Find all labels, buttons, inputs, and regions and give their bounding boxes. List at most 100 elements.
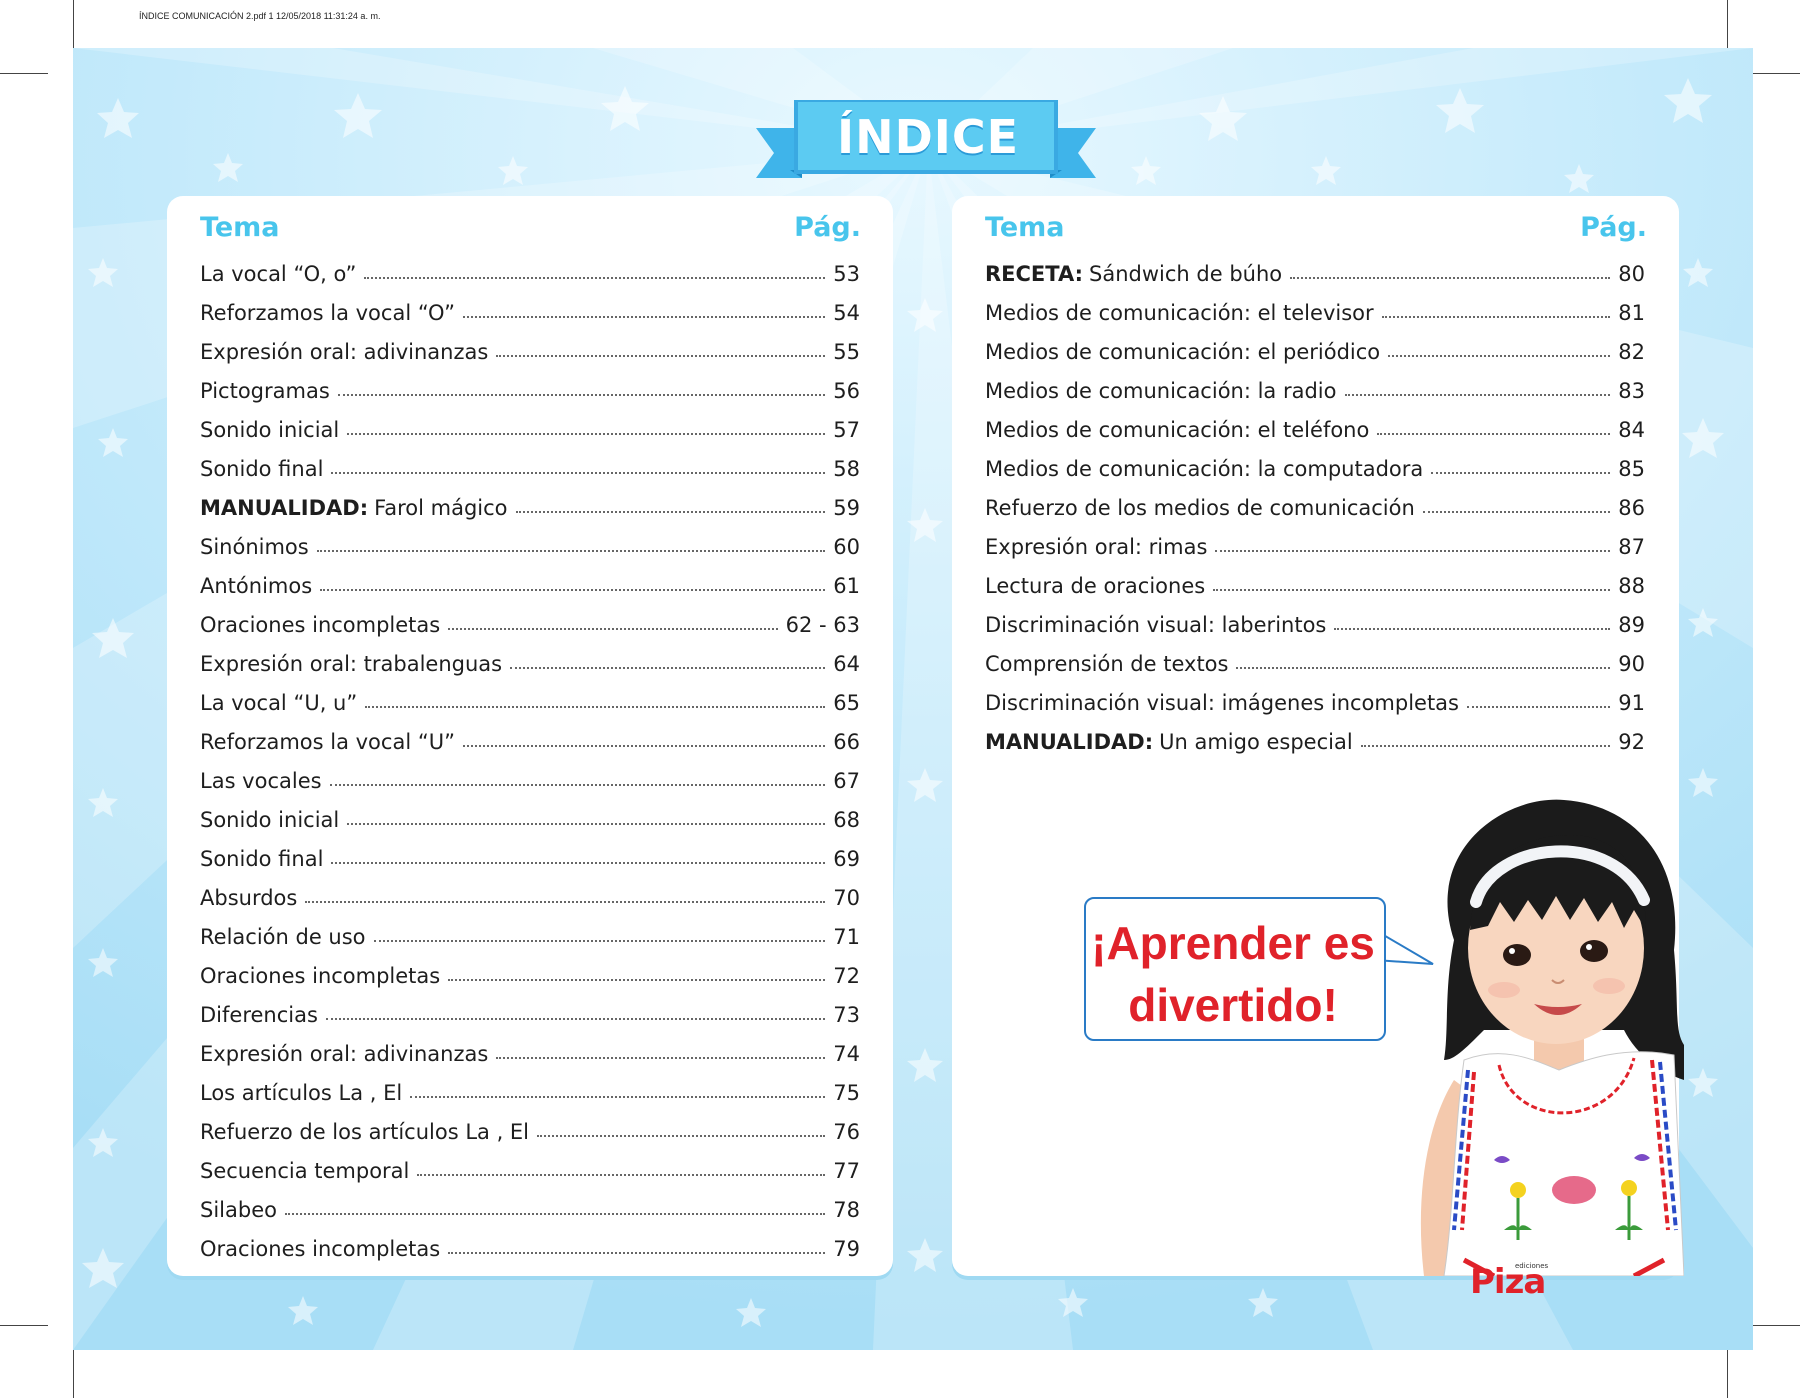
index-row-topic: Lectura de oraciones xyxy=(985,574,1206,598)
index-row-topic: Sinónimos xyxy=(200,535,309,559)
index-row-label: RECETA: xyxy=(985,262,1084,286)
index-row: Comprensión de textos 90 xyxy=(985,640,1645,676)
dot-leader xyxy=(1467,706,1611,708)
crop-mark xyxy=(1752,73,1800,74)
index-row: La vocal “O, o” 53 xyxy=(200,250,860,286)
dot-leader xyxy=(496,1057,826,1059)
dot-leader xyxy=(1213,589,1611,591)
index-row-topic: Sonido inicial xyxy=(200,418,340,442)
column-header-page: Pág. xyxy=(794,212,861,243)
index-row-page: 64 xyxy=(833,652,860,676)
dot-leader xyxy=(515,511,826,513)
index-row-topic: La vocal “U, u” xyxy=(200,691,358,715)
index-row-topic: Expresión oral: adivinanzas xyxy=(200,1042,489,1066)
column-header-page: Pág. xyxy=(1580,212,1647,243)
index-row-page: 56 xyxy=(833,379,860,403)
index-row-topic: Pictogramas xyxy=(200,379,330,403)
index-row-topic: Las vocales xyxy=(200,769,322,793)
column-header-topic: Tema xyxy=(985,212,1065,243)
index-row-page: 87 xyxy=(1618,535,1645,559)
dot-leader xyxy=(1236,667,1611,669)
dot-leader xyxy=(510,667,826,669)
file-header: ÍNDICE COMUNICACIÓN 2.pdf 1 12/05/2018 1… xyxy=(139,11,381,21)
dot-leader xyxy=(329,784,826,786)
index-row: Sonido final 58 xyxy=(200,445,860,481)
dot-leader xyxy=(1388,355,1611,357)
dot-leader xyxy=(373,940,826,942)
dot-leader xyxy=(417,1174,826,1176)
index-row: Refuerzo de los medios de comunicación 86 xyxy=(985,484,1645,520)
index-row: Sonido inicial 57 xyxy=(200,406,860,442)
dot-leader xyxy=(496,355,826,357)
dot-leader xyxy=(1377,433,1611,435)
index-row-topic: Los artículos La , El xyxy=(200,1081,403,1105)
girl-illustration xyxy=(1420,799,1684,1276)
index-row-topic: Reforzamos la vocal “U” xyxy=(200,730,455,754)
dot-leader xyxy=(320,589,826,591)
index-row: Absurdos 70 xyxy=(200,874,860,910)
index-row-page: 75 xyxy=(833,1081,860,1105)
index-row-topic: Medios de comunicación: el periódico xyxy=(985,340,1381,364)
dot-leader xyxy=(331,862,826,864)
index-row-topic: Medios de comunicación: el teléfono xyxy=(985,418,1370,442)
index-row-page: 89 xyxy=(1618,613,1645,637)
crop-mark xyxy=(0,73,48,74)
index-row-page: 71 xyxy=(833,925,860,949)
page-title: ÍNDICE xyxy=(836,110,1020,164)
index-row-page: 82 xyxy=(1618,340,1645,364)
index-row: Medios de comunicación: el teléfono 84 xyxy=(985,406,1645,442)
index-row-page: 91 xyxy=(1618,691,1645,715)
index-row-page: 55 xyxy=(833,340,860,364)
index-row-topic: Expresión oral: trabalenguas xyxy=(200,652,503,676)
index-row-page: 58 xyxy=(833,457,860,481)
index-row-page: 76 xyxy=(833,1120,860,1144)
index-row-label: MANUALIDAD: xyxy=(985,730,1154,754)
index-row-topic: La vocal “O, o” xyxy=(200,262,357,286)
speech-bubble-text: ¡Aprender es divertido! xyxy=(1084,912,1382,1036)
dot-leader xyxy=(284,1213,826,1215)
index-row-topic: Discriminación visual: imágenes incomple… xyxy=(985,691,1459,715)
index-row: Medios de comunicación: la radio 83 xyxy=(985,367,1645,403)
index-row: Oraciones incompletas 62 - 63 xyxy=(200,601,860,637)
publisher-logo: Piza xyxy=(1470,1262,1546,1302)
index-row-topic: Oraciones incompletas xyxy=(200,613,441,637)
index-panel-left: Tema Pág. La vocal “O, o” 53 Reforzamos la… xyxy=(167,196,893,1276)
index-row: Silabeo 78 xyxy=(200,1186,860,1222)
index-row-page: 92 xyxy=(1618,730,1645,754)
dot-leader xyxy=(1334,628,1611,630)
index-row-page: 65 xyxy=(833,691,860,715)
index-row: Los artículos La , El 75 xyxy=(200,1069,860,1105)
index-row-page: 67 xyxy=(833,769,860,793)
dot-leader xyxy=(448,628,778,630)
dot-leader xyxy=(537,1135,826,1137)
index-row-topic: Diferencias xyxy=(200,1003,318,1027)
index-row-topic: Refuerzo de los artículos La , El xyxy=(200,1120,530,1144)
dot-leader xyxy=(448,1252,826,1254)
index-row-topic: Absurdos xyxy=(200,886,298,910)
dot-leader xyxy=(448,979,826,981)
index-row-topic: Relación de uso xyxy=(200,925,366,949)
index-row-topic: Comprensión de textos xyxy=(985,652,1229,676)
dot-leader xyxy=(325,1018,826,1020)
index-row-page: 61 xyxy=(833,574,860,598)
index-row-topic: Reforzamos la vocal “O” xyxy=(200,301,456,325)
index-row-page: 84 xyxy=(1618,418,1645,442)
index-row-page: 83 xyxy=(1618,379,1645,403)
index-row: Expresión oral: rimas 87 xyxy=(985,523,1645,559)
index-row-page: 90 xyxy=(1618,652,1645,676)
index-row-topic: Sonido final xyxy=(200,847,324,871)
index-row: Relación de uso 71 xyxy=(200,913,860,949)
index-row: Antónimos 61 xyxy=(200,562,860,598)
index-row-page: 72 xyxy=(833,964,860,988)
index-row-page: 53 xyxy=(833,262,860,286)
index-row: Medios de comunicación: el televisor 81 xyxy=(985,289,1645,325)
index-row-page: 86 xyxy=(1618,496,1645,520)
column-header-topic: Tema xyxy=(200,212,280,243)
crop-mark xyxy=(1727,0,1728,48)
index-row-page: 66 xyxy=(833,730,860,754)
index-row-page: 54 xyxy=(833,301,860,325)
dot-leader xyxy=(364,277,826,279)
index-row: Reforzamos la vocal “O” 54 xyxy=(200,289,860,325)
index-row: MANUALIDAD: Farol mágico 59 xyxy=(200,484,860,520)
crop-mark xyxy=(73,1350,74,1398)
